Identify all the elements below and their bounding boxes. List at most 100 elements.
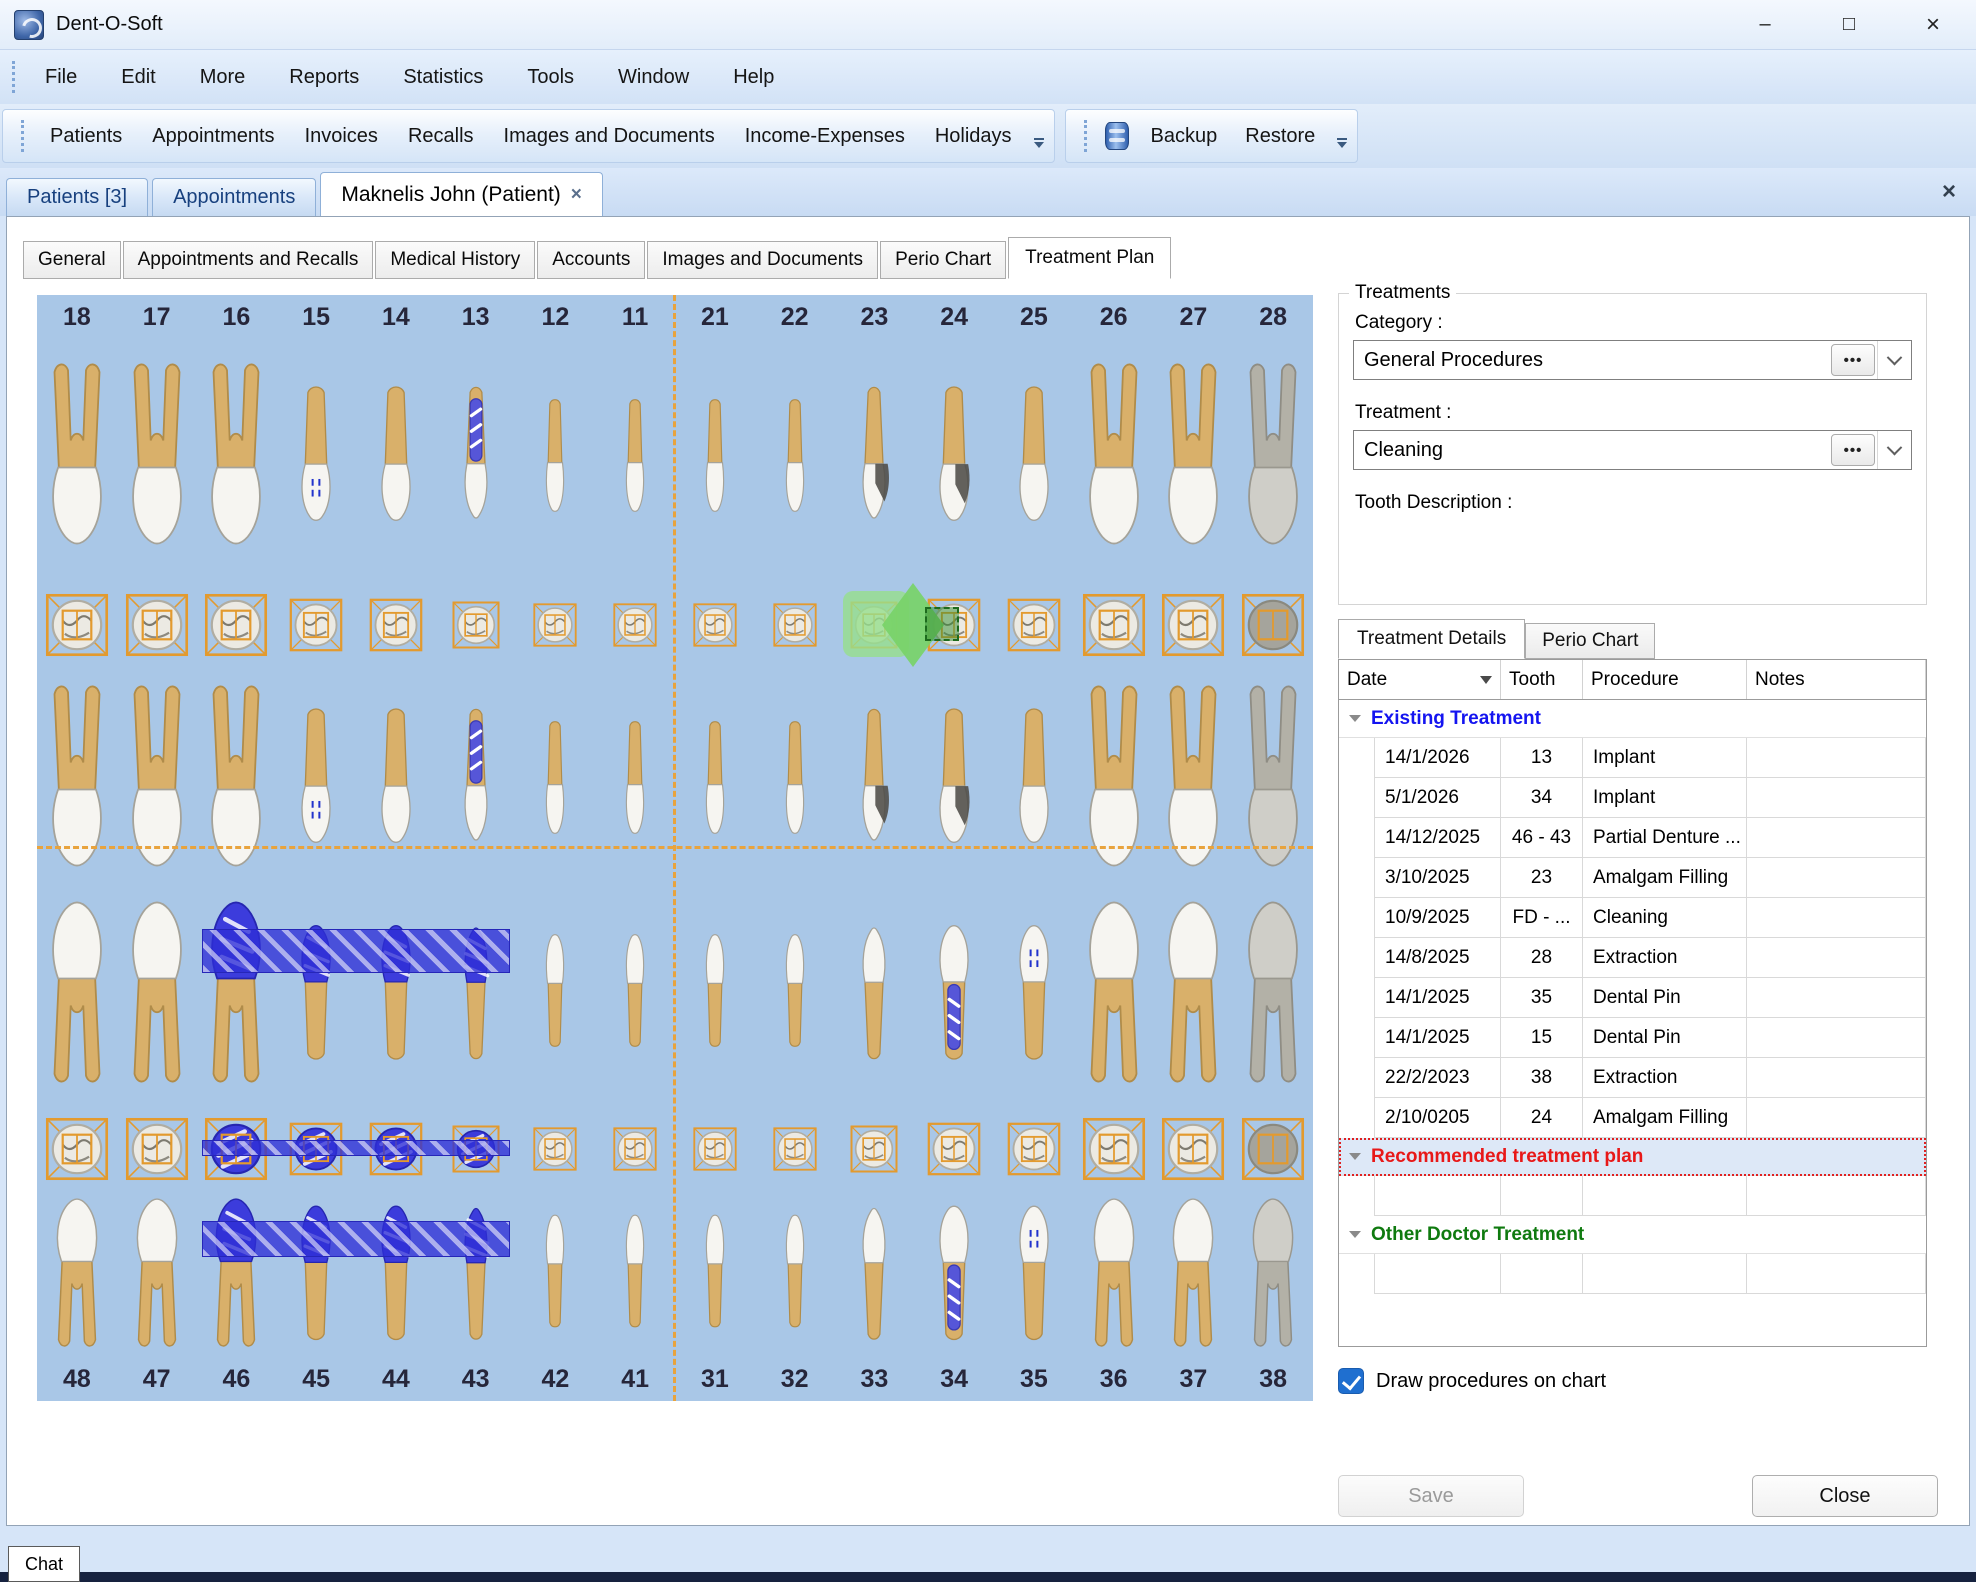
column-header-procedure[interactable]: Procedure [1583,660,1747,699]
tooth-44[interactable] [356,889,436,1103]
tabstrip-close-icon[interactable]: × [1928,178,1970,206]
tooth-26[interactable] [1074,339,1154,569]
occlusal-36[interactable] [1074,1103,1154,1195]
occlusal-16[interactable] [197,579,277,671]
close-page-button[interactable]: Close [1752,1475,1938,1517]
table-row[interactable]: 14/1/202515Dental Pin [1339,1018,1926,1058]
occlusal-18[interactable] [37,579,117,671]
tooth-38[interactable] [1233,1195,1313,1357]
menu-grip[interactable] [12,61,17,93]
tooth-31[interactable] [675,889,755,1103]
dental-chart[interactable]: 18171615141312112122232425262728 [37,295,1313,1401]
tooth-33[interactable] [835,889,915,1103]
table-row[interactable] [1339,1254,1926,1294]
tab-medical-history[interactable]: Medical History [375,241,535,279]
occlusal-15[interactable] [276,579,356,671]
column-header-tooth[interactable]: Tooth [1501,660,1583,699]
column-header-notes[interactable]: Notes [1747,660,1926,699]
close-button[interactable]: × [1904,7,1962,43]
tooth-16[interactable] [197,671,277,889]
tab-treatment-plan[interactable]: Treatment Plan [1008,237,1171,279]
tooth-16[interactable] [197,339,277,569]
table-row[interactable]: 2/10/020524Amalgam Filling [1339,1098,1926,1138]
chat-tab[interactable]: Chat [8,1546,80,1582]
tooth-18[interactable] [37,339,117,569]
tooth-34[interactable] [914,889,994,1103]
occlusal-25[interactable] [994,579,1074,671]
toolbar-appointments[interactable]: Appointments [138,117,288,156]
tooth-35[interactable] [994,1195,1074,1357]
tooth-21[interactable] [675,671,755,889]
occlusal-27[interactable] [1154,579,1234,671]
occlusal-42[interactable] [516,1103,596,1195]
toolbar-income-expenses[interactable]: Income-Expenses [731,117,919,156]
tooth-14[interactable] [356,671,436,889]
maximize-button[interactable]: □ [1820,7,1878,43]
occlusal-38[interactable] [1233,1103,1313,1195]
tab-accounts[interactable]: Accounts [537,241,645,279]
tab-appointments-and-recalls[interactable]: Appointments and Recalls [123,241,374,279]
menu-statistics[interactable]: Statistics [385,60,501,95]
tooth-45[interactable] [276,889,356,1103]
table-row[interactable]: 14/8/202528Extraction [1339,938,1926,978]
tooth-28[interactable] [1233,671,1313,889]
tooth-43[interactable] [436,1195,516,1357]
tooth-43[interactable] [436,889,516,1103]
tooth-41[interactable] [595,1195,675,1357]
menu-edit[interactable]: Edit [103,60,173,95]
category-browse-button[interactable]: ••• [1831,344,1875,376]
treatment-dropdown-icon[interactable] [1877,431,1911,469]
occlusal-48[interactable] [37,1103,117,1195]
toolbar-patients[interactable]: Patients [36,117,136,156]
menu-more[interactable]: More [182,60,264,95]
tooth-22[interactable] [755,339,835,569]
occlusal-41[interactable] [595,1103,675,1195]
tab-perio-chart[interactable]: Perio Chart [1525,623,1655,659]
tooth-47[interactable] [117,889,197,1103]
tooth-46[interactable] [197,889,277,1103]
tooth-38[interactable] [1233,889,1313,1103]
toolbar-holidays[interactable]: Holidays [921,117,1026,156]
tab-images-and-documents[interactable]: Images and Documents [647,241,878,279]
occlusal-26[interactable] [1074,579,1154,671]
toolbar-recalls[interactable]: Recalls [394,117,488,156]
tooth-12[interactable] [516,671,596,889]
toolbar-overflow-button[interactable] [1034,138,1044,148]
tooth-23[interactable] [835,671,915,889]
occlusal-32[interactable] [755,1103,835,1195]
tooth-45[interactable] [276,1195,356,1357]
table-row[interactable] [1339,1176,1926,1216]
tooth-46[interactable] [197,1195,277,1357]
treatment-combo[interactable]: Cleaning ••• [1353,430,1912,470]
occlusal-33[interactable] [835,1103,915,1195]
tooth-42[interactable] [516,1195,596,1357]
collapse-icon[interactable] [1349,715,1361,722]
menu-tools[interactable]: Tools [509,60,592,95]
minimize-button[interactable]: – [1736,7,1794,43]
occlusal-11[interactable] [595,579,675,671]
occlusal-13[interactable] [436,579,516,671]
tooth-44[interactable] [356,1195,436,1357]
occlusal-31[interactable] [675,1103,755,1195]
tooth-11[interactable] [595,339,675,569]
occlusal-28[interactable] [1233,579,1313,671]
tooth-13[interactable] [436,339,516,569]
table-row[interactable]: 14/1/202535Dental Pin [1339,978,1926,1018]
menu-window[interactable]: Window [600,60,707,95]
collapse-icon[interactable] [1349,1231,1361,1238]
tooth-33[interactable] [835,1195,915,1357]
doctab-maknelis-john-patient[interactable]: Maknelis John (Patient)× [320,172,603,216]
occlusal-22[interactable] [755,579,835,671]
table-row[interactable]: 5/1/202634Implant [1339,778,1926,818]
tooth-15[interactable] [276,671,356,889]
group-header-existing-treatment[interactable]: Existing Treatment [1339,700,1926,738]
doctab-patients-3[interactable]: Patients [3] [6,178,148,216]
occlusal-14[interactable] [356,579,436,671]
restore-button[interactable]: Restore [1231,117,1329,156]
menu-file[interactable]: File [27,60,95,95]
group-header-recommended-treatment-plan[interactable]: Recommended treatment plan [1339,1138,1926,1176]
tooth-11[interactable] [595,671,675,889]
tooth-36[interactable] [1074,889,1154,1103]
backup-overflow-button[interactable] [1337,138,1347,148]
tooth-18[interactable] [37,671,117,889]
